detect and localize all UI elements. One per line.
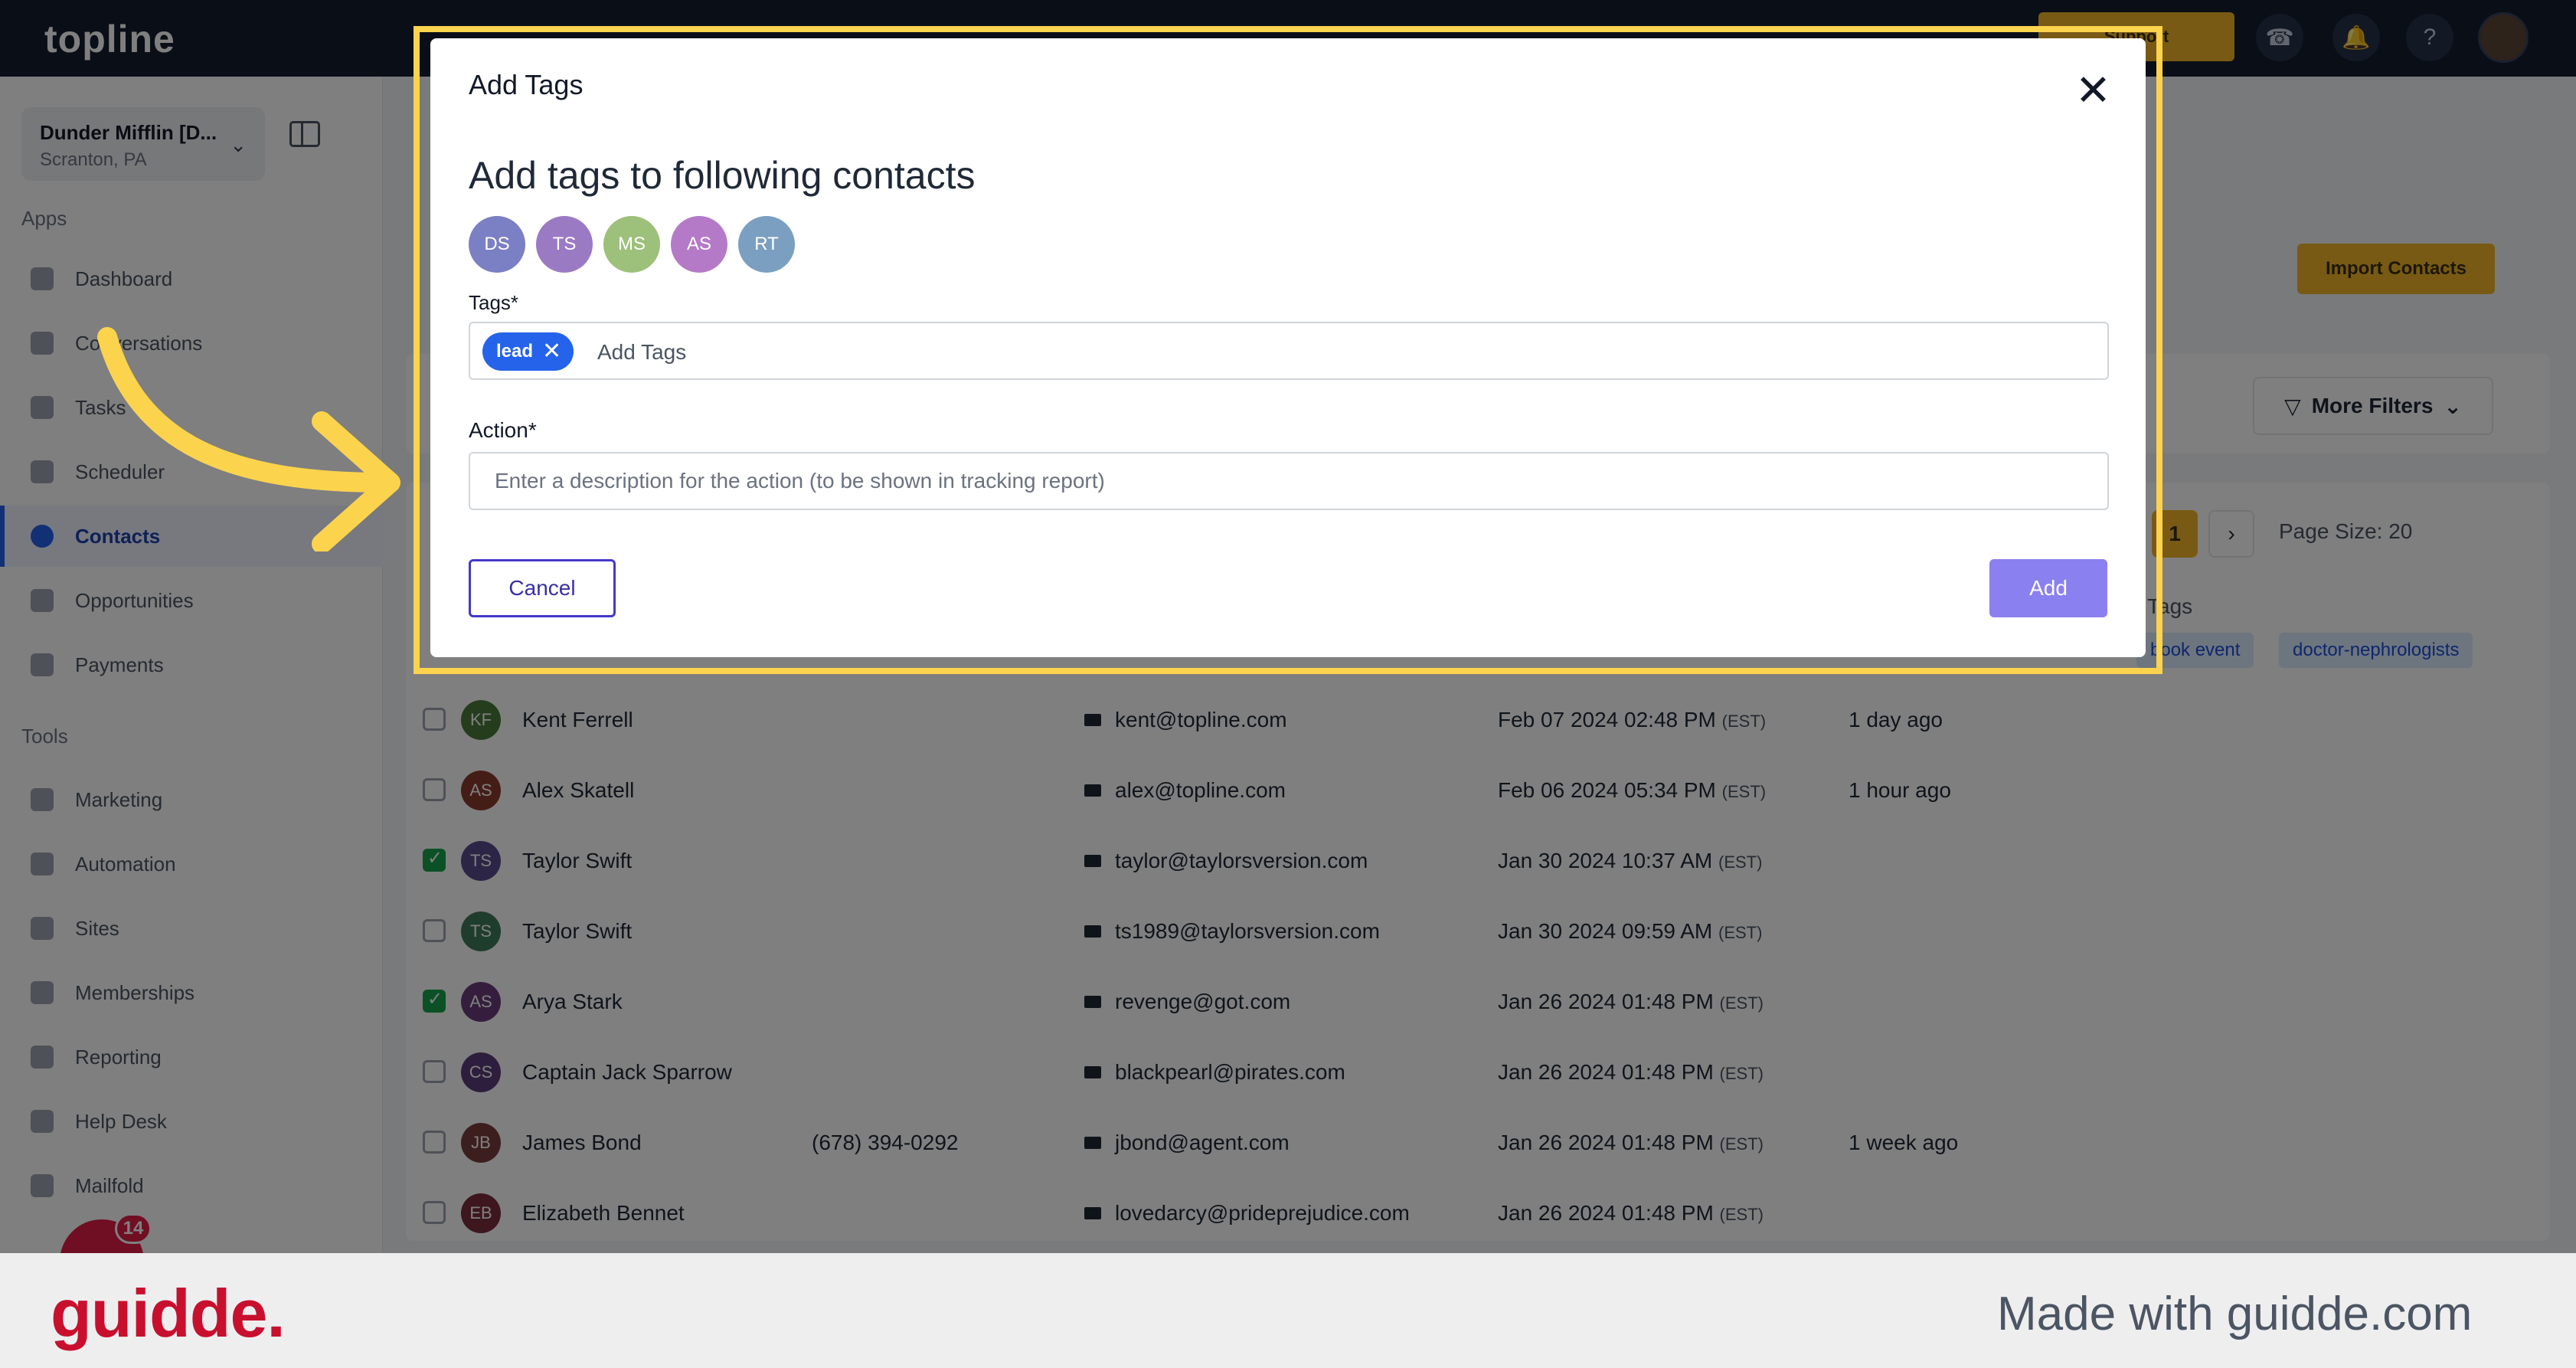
contact-avatar: TS [536,216,593,273]
tags-input[interactable]: lead ✕ Add Tags [469,322,2109,380]
contact-avatar: AS [671,216,727,273]
close-icon[interactable]: ✕ [2075,69,2111,112]
remove-tag-icon[interactable]: ✕ [542,340,561,363]
tags-label: Tags* [469,291,519,314]
footer: guidde. Made with guidde.com [0,1253,2576,1368]
add-button[interactable]: Add [1989,559,2107,617]
contact-avatar: MS [603,216,660,273]
action-description-input[interactable]: Enter a description for the action (to b… [469,452,2109,510]
contact-avatar: DS [469,216,525,273]
contact-avatar: RT [738,216,795,273]
selected-contacts: DS TS MS AS RT [469,216,795,273]
modal-heading: Add tags to following contacts [469,154,976,197]
cancel-button[interactable]: Cancel [469,559,616,617]
add-tags-modal: Add Tags ✕ Add tags to following contact… [430,38,2146,657]
tags-placeholder[interactable]: Add Tags [597,340,686,365]
modal-title: Add Tags [469,69,584,100]
tag-chip-lead: lead ✕ [482,332,574,371]
guidde-logo: guidde. [51,1275,286,1351]
made-with-text: Made with guidde.com [1997,1288,2473,1340]
pointer-arrow-icon [97,327,400,551]
action-label: Action* [469,418,537,442]
